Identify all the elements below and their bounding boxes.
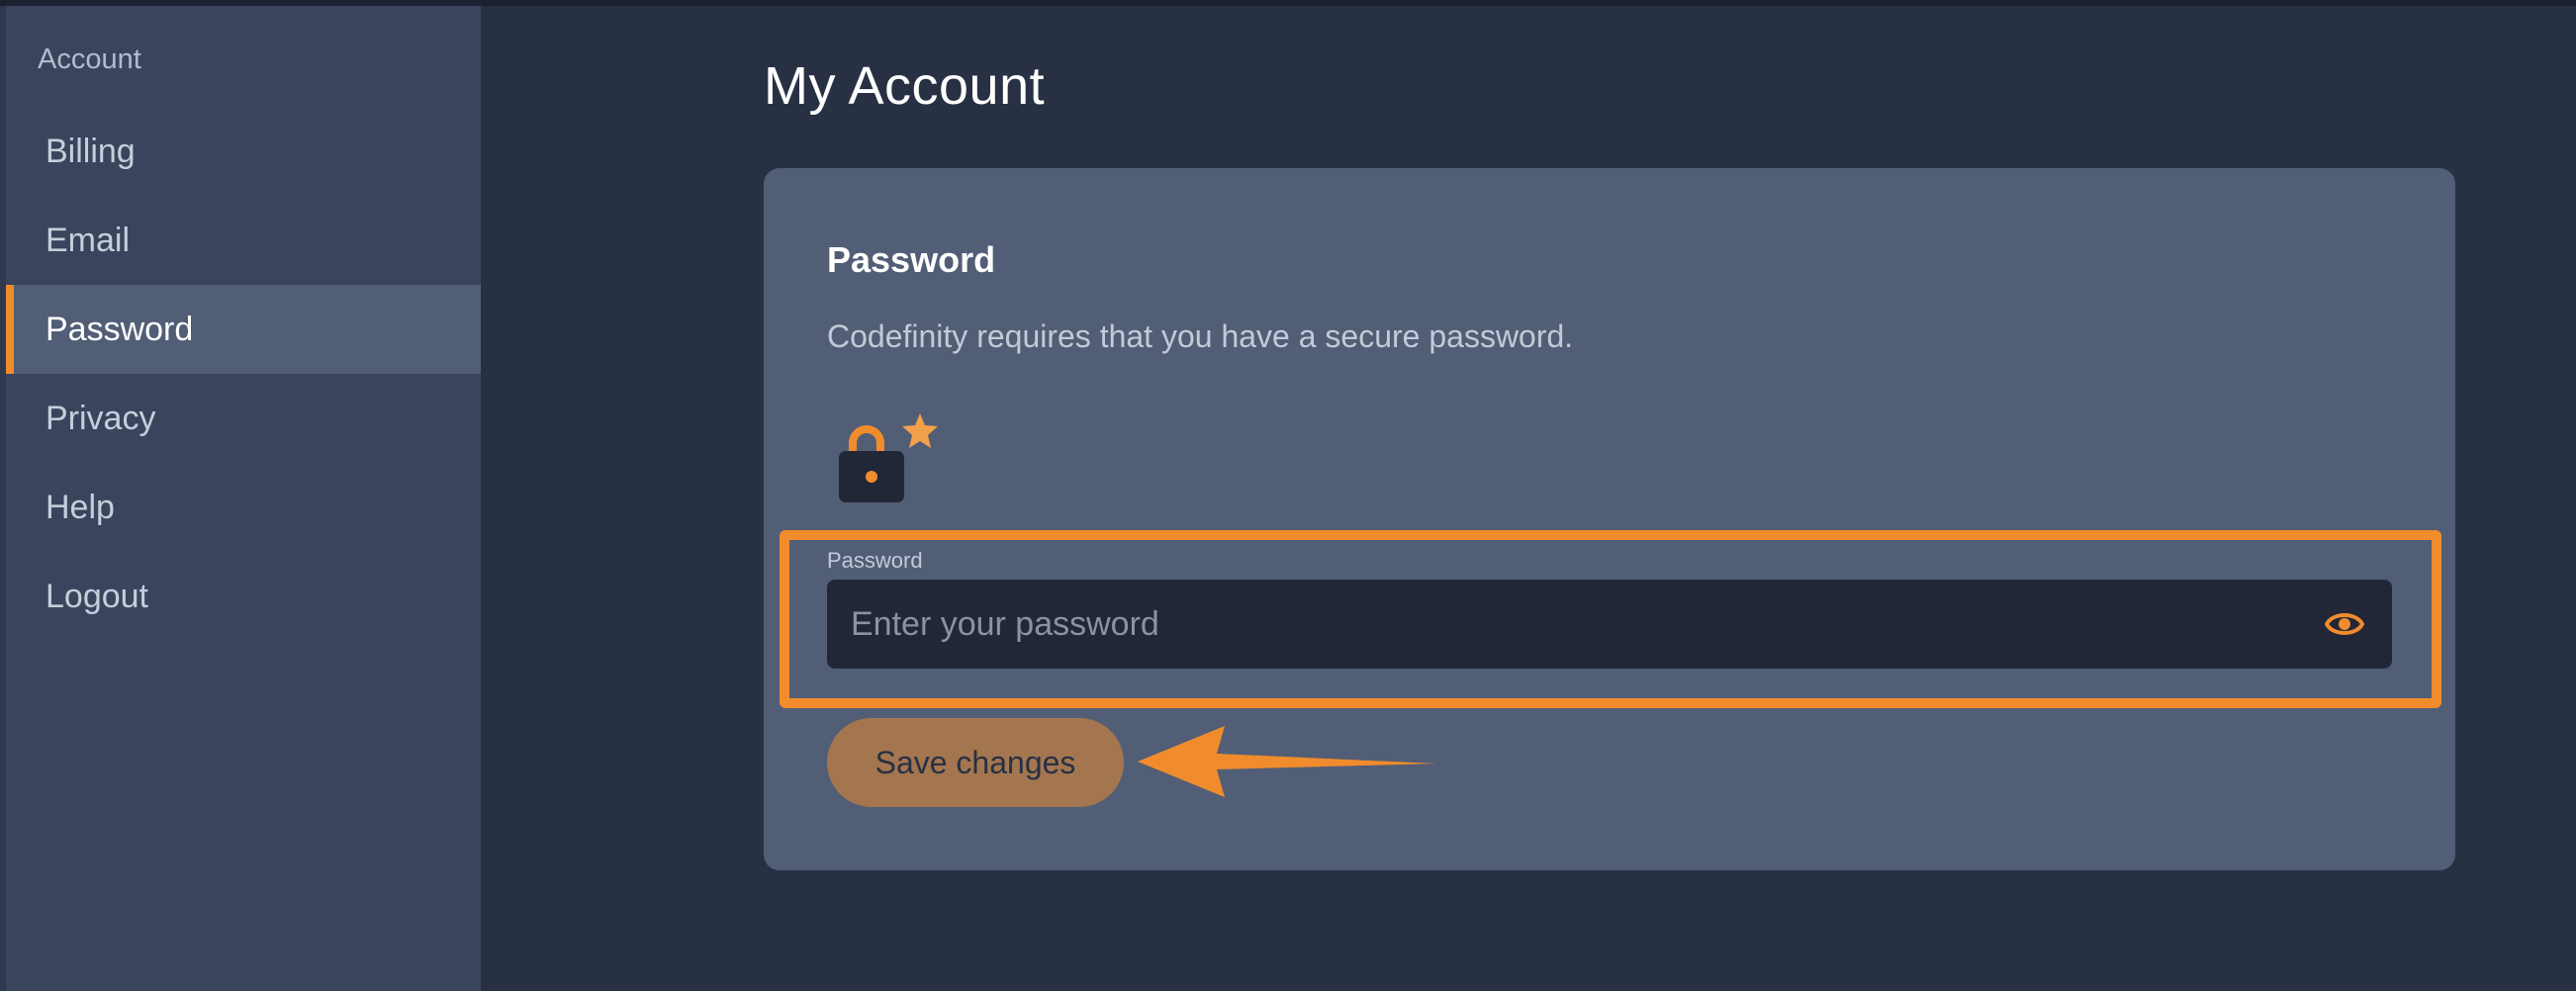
eye-icon[interactable] [2324, 606, 2365, 642]
sidebar-item-logout[interactable]: Logout [6, 552, 481, 641]
sidebar-item-help[interactable]: Help [6, 463, 481, 552]
sidebar-item-privacy[interactable]: Privacy [6, 374, 481, 463]
password-card: Password Codefinity requires that you ha… [764, 168, 2455, 870]
card-title: Password [827, 239, 996, 280]
pointer-arrow [1138, 722, 1444, 801]
page-title: My Account [764, 56, 1046, 116]
password-field-label: Password [827, 548, 923, 573]
sidebar-item-password[interactable]: Password [6, 285, 481, 374]
lock-star-icon [833, 402, 952, 510]
card-description: Codefinity requires that you have a secu… [827, 318, 1574, 354]
password-field [827, 580, 2392, 669]
password-input[interactable] [851, 580, 2295, 669]
sidebar-item-email[interactable]: Email [6, 196, 481, 285]
sidebar-item-billing[interactable]: Billing [6, 107, 481, 196]
sidebar-header: Account [38, 44, 141, 75]
sidebar: Account Billing Email Password Privacy H… [6, 6, 481, 991]
save-changes-button[interactable]: Save changes [827, 718, 1124, 807]
